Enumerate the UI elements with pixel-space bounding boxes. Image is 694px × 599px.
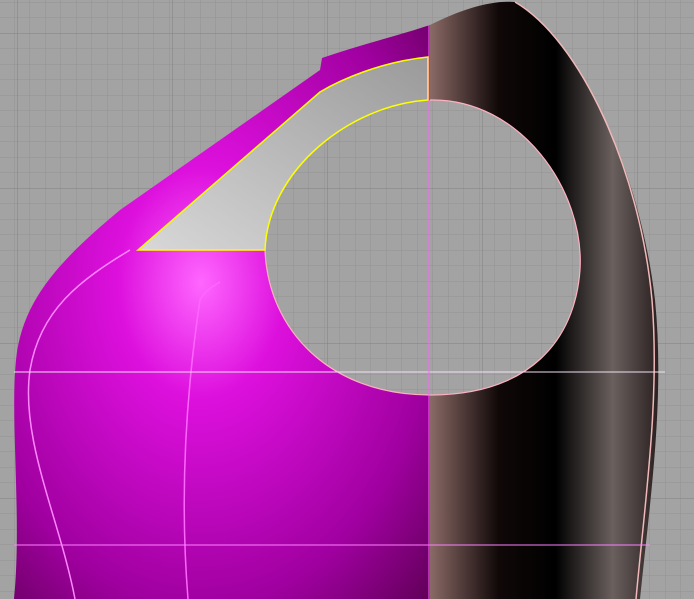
3d-viewport[interactable] [0,0,694,599]
viewport-canvas[interactable] [0,0,694,599]
